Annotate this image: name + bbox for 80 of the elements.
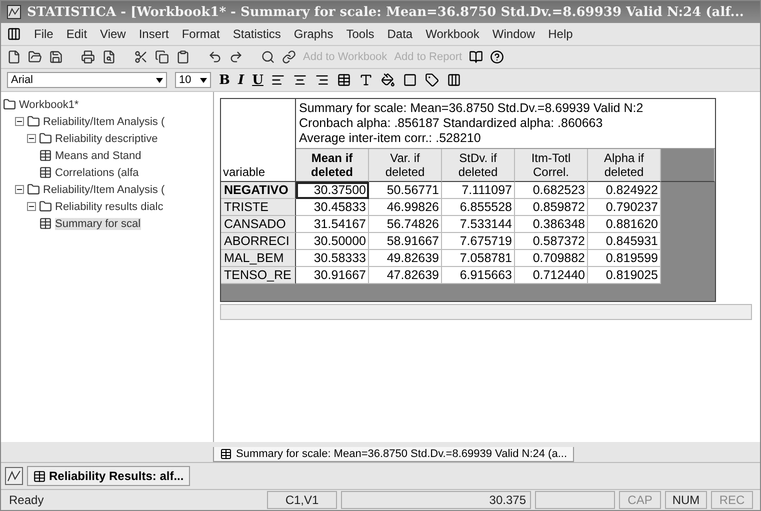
column-header[interactable]: StDv. if deleted <box>442 149 515 182</box>
table-cell[interactable]: 0.709882 <box>515 250 588 267</box>
table-cell[interactable]: 30.37500 <box>296 182 369 199</box>
summary-line: Summary for scale: Mean=36.8750 Std.Dv.=8.69939 Valid N:2 <box>299 101 644 116</box>
row-header[interactable]: NEGATIVO <box>221 182 296 199</box>
table-cell[interactable]: 6.855528 <box>442 199 515 216</box>
column-header[interactable]: Mean if deleted <box>296 149 369 182</box>
table-cell[interactable]: 30.58333 <box>296 250 369 267</box>
table-cell[interactable]: 30.45833 <box>296 199 369 216</box>
menu-item[interactable]: File <box>34 27 54 41</box>
taskbar-item[interactable]: Reliability Results: alf... <box>27 466 190 486</box>
table-cell[interactable]: 0.587372 <box>515 233 588 250</box>
row-header[interactable]: ABORRECI <box>221 233 296 250</box>
table-cell[interactable]: 46.99826 <box>369 199 442 216</box>
table-cell[interactable]: 49.82639 <box>369 250 442 267</box>
table-cell[interactable]: 56.74826 <box>369 216 442 233</box>
summary-line: Cronbach alpha: .856187 Standardized alpha: .860663 <box>299 116 604 131</box>
column-header[interactable]: Var. if deleted <box>369 149 442 182</box>
sheet-tab[interactable]: Summary for scale: Mean=36.8750 Std.Dv.=8.69939 Valid N:24 (a... <box>213 447 574 462</box>
status-indicator: NUM <box>665 491 707 509</box>
table-cell[interactable]: 0.790237 <box>588 199 661 216</box>
menu-item[interactable]: Workbook <box>426 27 480 41</box>
menu-item[interactable]: View <box>100 27 126 41</box>
size-field[interactable]: 10 <box>175 72 211 88</box>
window-title: STATISTICA - [Workbook1* - Summary for scale: Mean=36.8750 Std.Dv.=8.69939 Valid N:24 (alf... <box>27 4 744 20</box>
format-button[interactable]: U <box>252 72 264 88</box>
format-button[interactable]: I <box>238 72 244 88</box>
status-indicator: CAP <box>619 491 661 509</box>
table-cell[interactable]: 47.82639 <box>369 267 442 284</box>
table-cell[interactable]: 0.819025 <box>588 267 661 284</box>
cell-value: 30.375 <box>341 491 531 509</box>
tree-item[interactable]: Reliability/Item Analysis ( <box>43 184 165 196</box>
tree-item[interactable]: Reliability descriptive <box>55 132 158 144</box>
row-header[interactable]: MAL_BEM <box>221 250 296 267</box>
status-message: Ready <box>8 492 45 508</box>
table-cell[interactable]: 6.915663 <box>442 267 515 284</box>
status-indicator: REC <box>711 491 753 509</box>
table-cell[interactable]: 0.881620 <box>588 216 661 233</box>
menu-item[interactable]: Graphs <box>294 27 334 41</box>
column-header: variable <box>221 99 296 182</box>
tree-item[interactable]: Means and Stand <box>55 150 142 162</box>
table-cell[interactable]: 0.682523 <box>515 182 588 199</box>
table-cell[interactable]: 0.845931 <box>588 233 661 250</box>
table-cell[interactable]: 58.91667 <box>369 233 442 250</box>
table-cell[interactable]: 7.058781 <box>442 250 515 267</box>
row-header[interactable]: CANSADO <box>221 216 296 233</box>
column-header[interactable]: Itm-Totl Correl. <box>515 149 588 182</box>
format-button[interactable]: B <box>219 72 230 88</box>
row-header[interactable]: TENSO_RE <box>221 267 296 284</box>
menu-item[interactable]: Data <box>387 27 413 41</box>
tree-item[interactable]: Correlations (alfa <box>55 166 139 178</box>
table-cell[interactable]: 30.50000 <box>296 233 369 250</box>
menu-item[interactable]: Statistics <box>232 27 281 41</box>
table-cell[interactable]: 7.533144 <box>442 216 515 233</box>
table-cell[interactable]: 0.824922 <box>588 182 661 199</box>
table-cell[interactable]: 0.859872 <box>515 199 588 216</box>
table-cell[interactable]: 0.712440 <box>515 267 588 284</box>
menu-item[interactable]: Insert <box>138 27 169 41</box>
summary-line: Average inter-item corr.: .528210 <box>299 131 482 146</box>
table-cell[interactable]: 50.56771 <box>369 182 442 199</box>
menu-item[interactable]: Format <box>182 27 220 41</box>
font-field[interactable]: Arial <box>7 72 167 88</box>
table-cell[interactable]: 0.386348 <box>515 216 588 233</box>
table-cell[interactable]: 7.111097 <box>442 182 515 199</box>
table-cell[interactable]: 0.819599 <box>588 250 661 267</box>
menu-item[interactable]: Edit <box>66 27 88 41</box>
menu-item[interactable]: Window <box>492 27 536 41</box>
cell-reference: C1,V1 <box>267 491 337 509</box>
table-cell[interactable]: 30.91667 <box>296 267 369 284</box>
menu-item[interactable]: Tools <box>346 27 374 41</box>
tree-item[interactable]: Workbook1* <box>19 98 79 110</box>
tab-label: Summary for scale: Mean=36.8750 Std.Dv.=8.69939 Valid N:24 (a... <box>236 448 567 460</box>
row-header[interactable]: TRISTE <box>221 199 296 216</box>
table-cell[interactable]: 31.54167 <box>296 216 369 233</box>
tree-item[interactable]: Reliability/Item Analysis ( <box>43 116 165 128</box>
tree-item[interactable]: Reliability results dialc <box>55 200 164 212</box>
tree-item[interactable]: Summary for scal <box>55 218 141 230</box>
menu-item[interactable]: Help <box>548 27 573 41</box>
column-header[interactable]: Alpha if deleted <box>588 149 661 182</box>
table-cell[interactable]: 7.675719 <box>442 233 515 250</box>
